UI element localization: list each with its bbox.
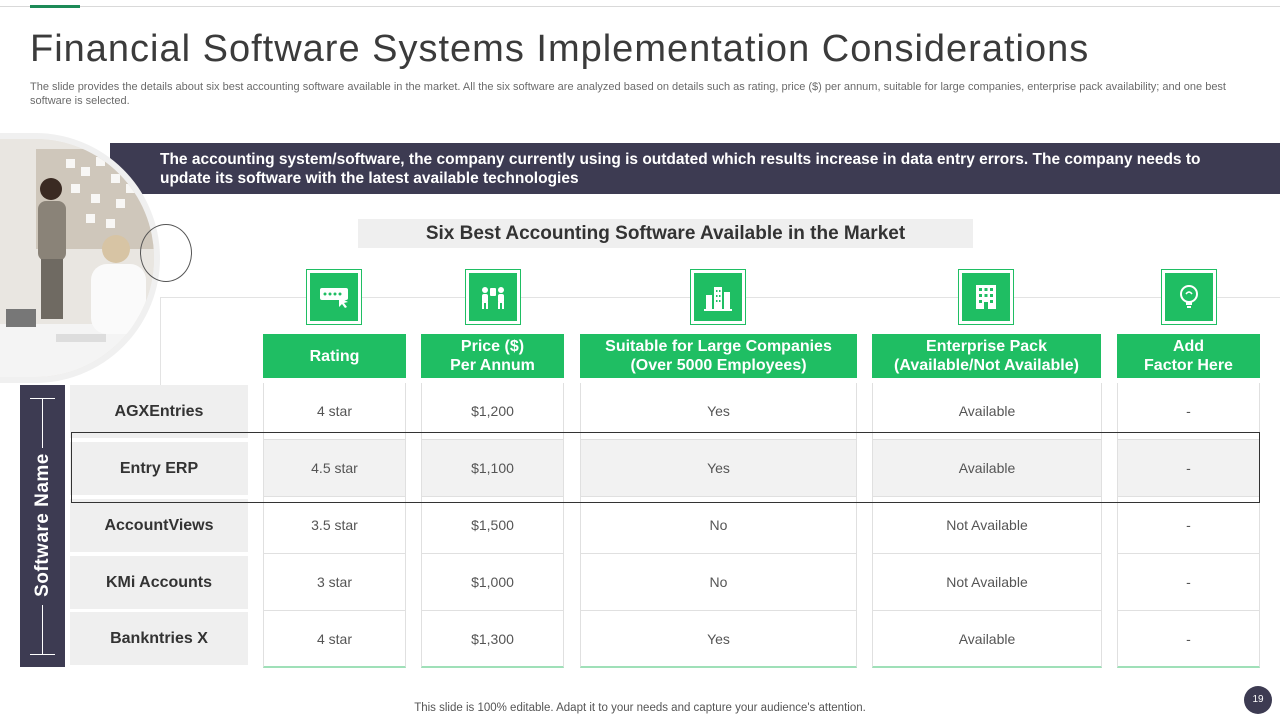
header-enterprise-pack: Enterprise Pack (Available/Not Available… (872, 334, 1101, 378)
price-cell: $1,500 (421, 497, 564, 554)
header-add-factor-label: Add Factor Here (1144, 338, 1233, 374)
rating-keyboard-icon (306, 269, 362, 325)
decorative-circle (140, 224, 192, 282)
enterprise-pack-cell: Available (872, 611, 1102, 668)
header-large-companies: Suitable for Large Companies (Over 5000 … (580, 334, 857, 378)
software-name-cell: AccountViews (70, 499, 248, 554)
rating-cell: 4 star (263, 611, 406, 668)
header-price-label: Price ($) Per Annum (450, 338, 535, 374)
enterprise-pack-cell: Not Available (872, 554, 1102, 611)
footer-note: This slide is 100% editable. Adapt it to… (414, 702, 866, 714)
header-large-companies-label: Suitable for Large Companies (Over 5000 … (605, 338, 832, 374)
rating-cell: 3.5 star (263, 497, 406, 554)
page-number: 19 (1244, 686, 1272, 714)
software-name-cell: KMi Accounts (70, 556, 248, 611)
large-companies-cell: Yes (580, 611, 857, 668)
table-guide-vline (160, 297, 161, 385)
large-companies-cell: No (580, 497, 857, 554)
lightbulb-icon (1161, 269, 1217, 325)
header-rating: Rating (263, 334, 406, 378)
top-accent-tab (30, 5, 80, 8)
large-companies-cell: No (580, 554, 857, 611)
add-factor-cell: - (1117, 611, 1260, 668)
price-cell: $1,000 (421, 554, 564, 611)
table-title: Six Best Accounting Software Available i… (358, 219, 973, 248)
office-building-icon (958, 269, 1014, 325)
add-factor-cell: - (1117, 497, 1260, 554)
add-factor-cell: - (1117, 554, 1260, 611)
header-add-factor: Add Factor Here (1117, 334, 1260, 378)
selected-row-highlight (71, 432, 1260, 503)
price-cell: $1,300 (421, 611, 564, 668)
slide-subtitle: The slide provides the details about six… (30, 81, 1226, 107)
header-enterprise-pack-label: Enterprise Pack (Available/Not Available… (894, 338, 1079, 374)
enterprise-pack-cell: Not Available (872, 497, 1102, 554)
city-buildings-icon (690, 269, 746, 325)
software-name-label: Software Name (32, 453, 53, 597)
header-rating-label: Rating (309, 347, 360, 365)
banner-text: The accounting system/software, the comp… (160, 151, 1201, 187)
rating-cell: 3 star (263, 554, 406, 611)
top-divider (0, 6, 1280, 7)
people-money-icon (465, 269, 521, 325)
slide-title: Financial Software Systems Implementatio… (30, 28, 1090, 70)
header-price: Price ($) Per Annum (421, 334, 564, 378)
software-name-cell: Bankntries X (70, 612, 248, 667)
